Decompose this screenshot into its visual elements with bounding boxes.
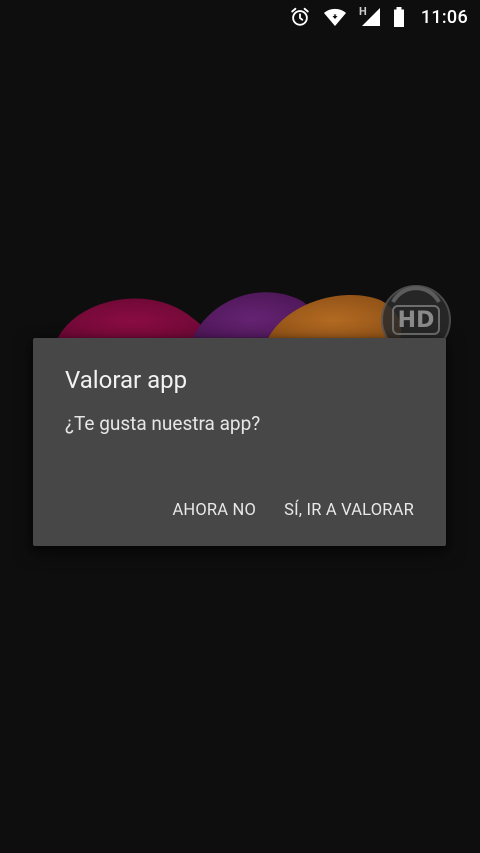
dialog-actions: AHORA NO SÍ, IR A VALORAR [162,493,424,528]
dialog-message: ¿Te gusta nuestra app? [65,412,261,435]
status-bar: H 11:06 [0,0,480,34]
dialog-title: Valorar app [65,366,188,394]
mobile-signal: H [359,5,381,29]
rate-now-button[interactable]: SÍ, IR A VALORAR [274,493,424,528]
clock: 11:06 [420,6,468,28]
rate-app-dialog: Valorar app ¿Te gusta nuestra app? AHORA… [33,338,446,546]
screen: HD H 11:06 Valorar app ¿Te gusta nuestra… [0,0,480,853]
network-type-label: H [359,4,367,18]
wifi-icon [323,5,347,29]
battery-icon [393,5,405,29]
alarm-icon [289,5,311,29]
not-now-button[interactable]: AHORA NO [162,493,266,528]
